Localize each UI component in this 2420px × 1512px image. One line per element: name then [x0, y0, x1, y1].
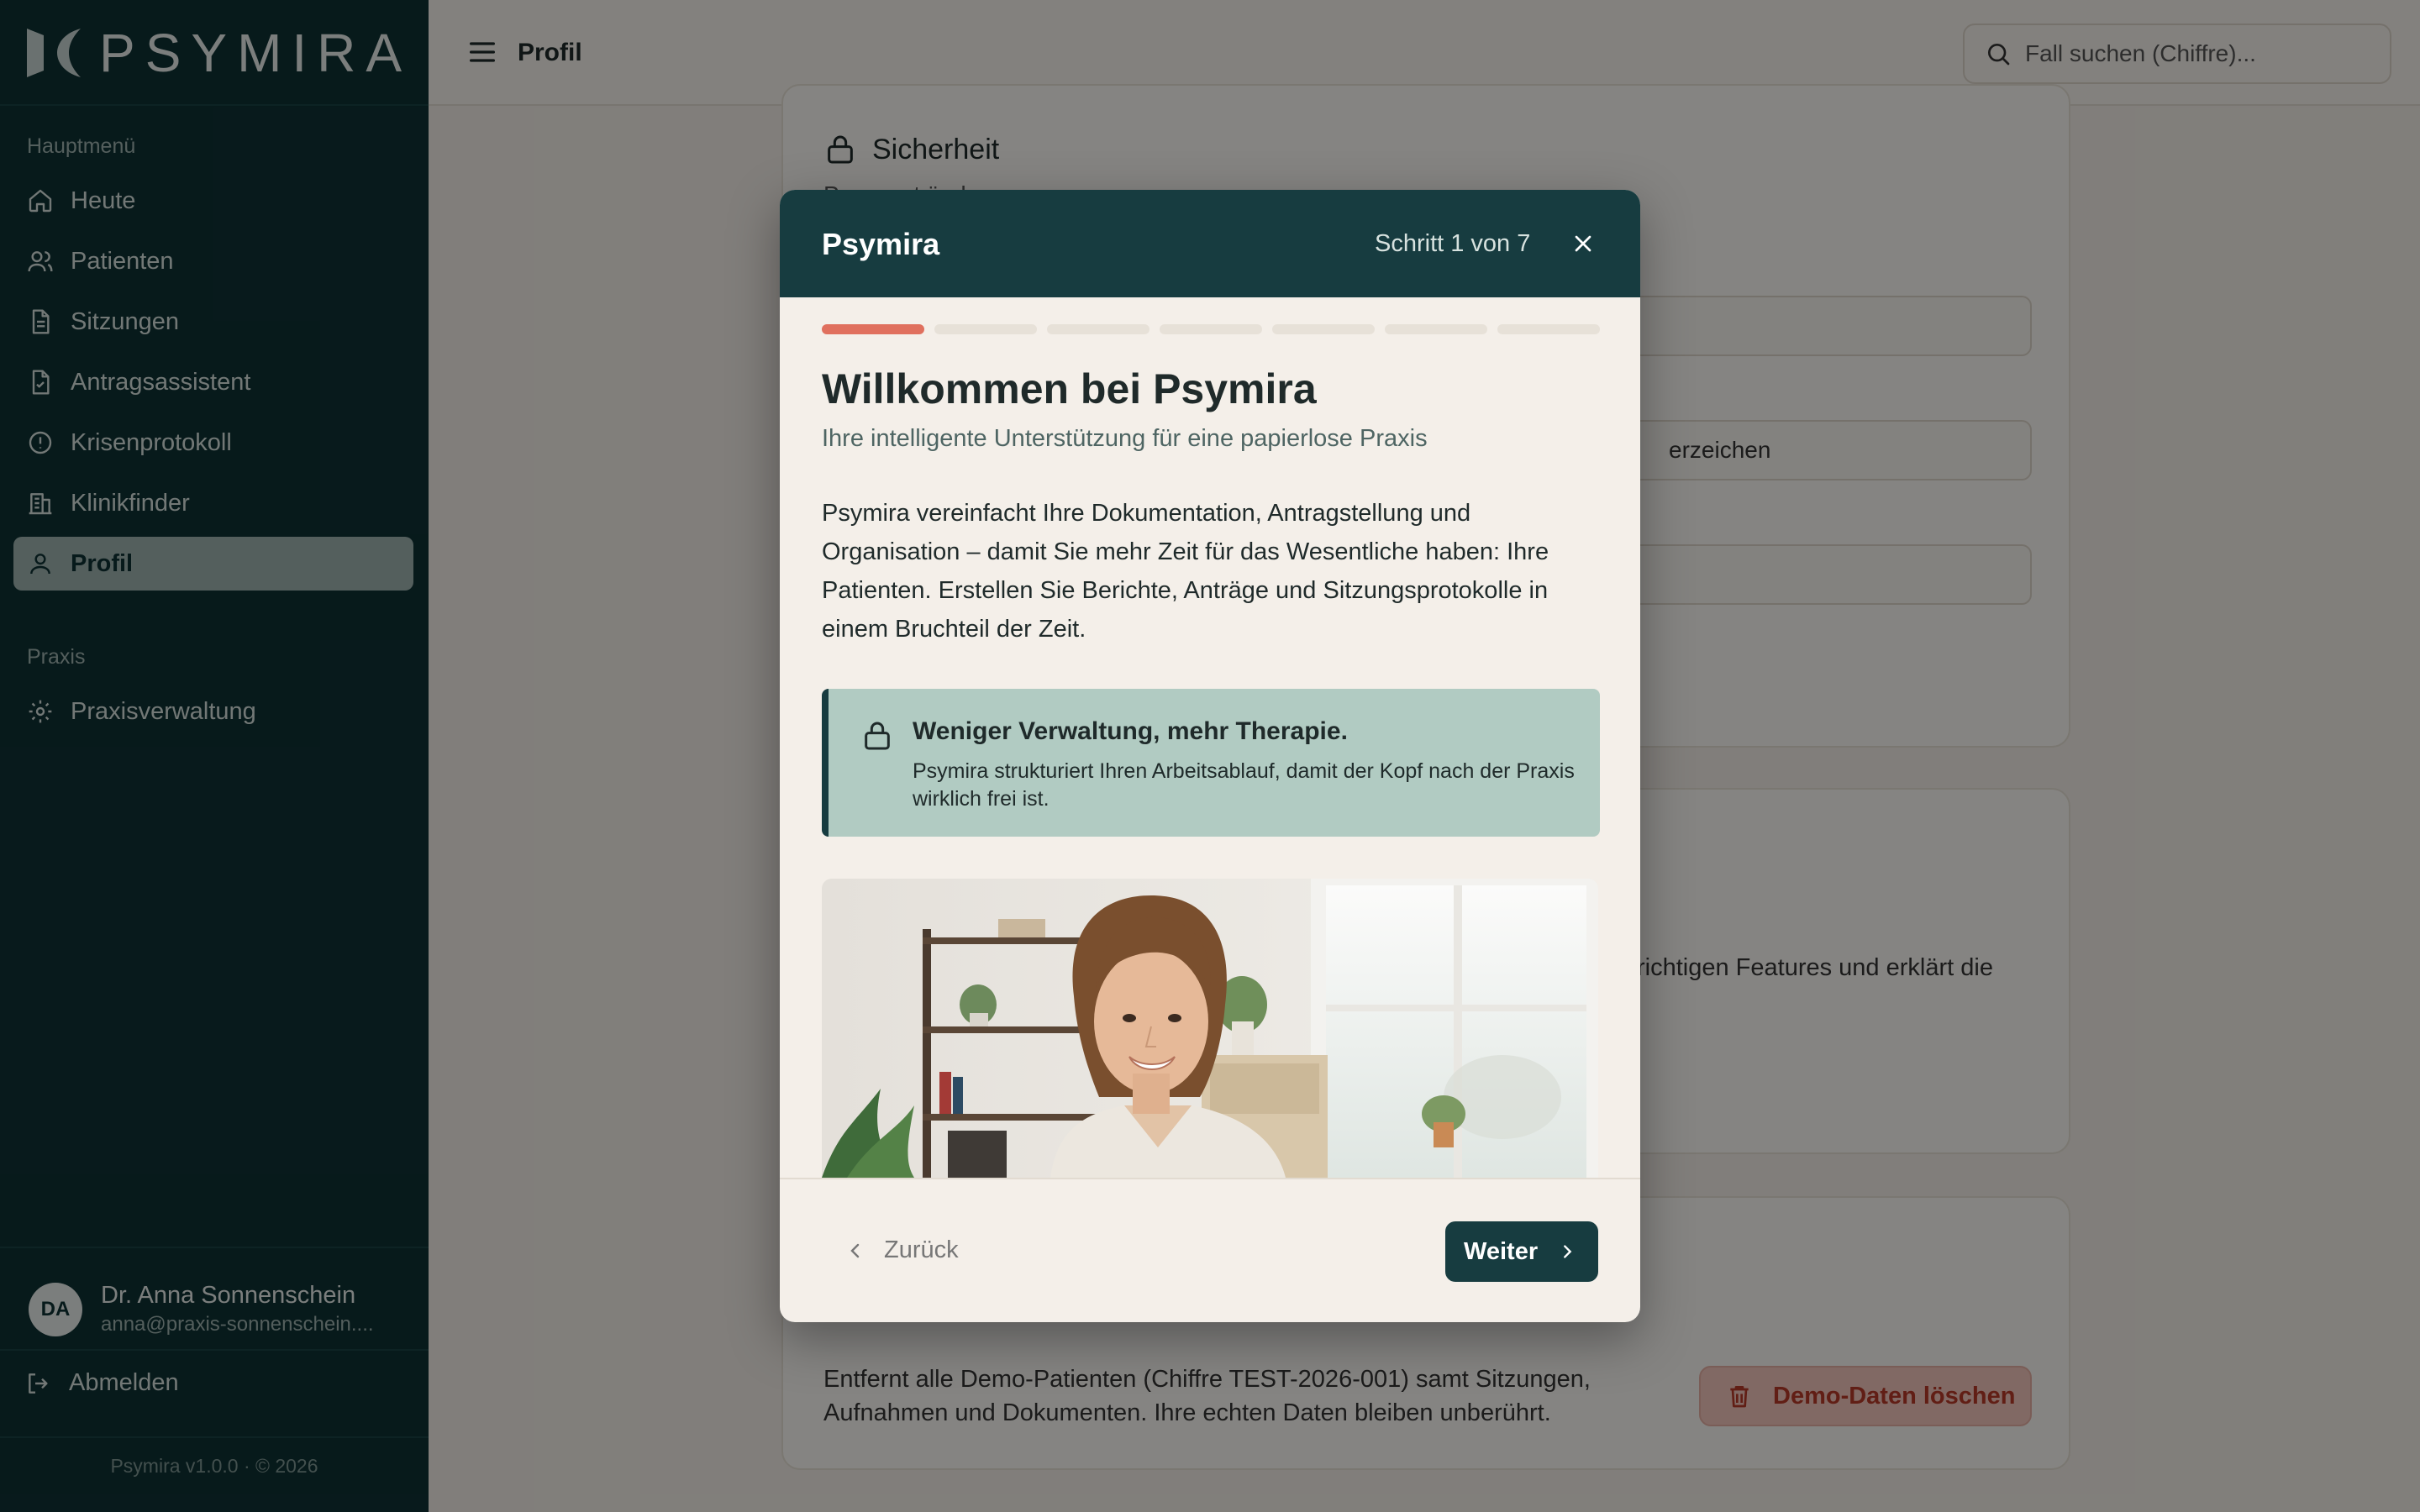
modal-footer-divider [780, 1178, 1640, 1179]
progress-segment [1385, 324, 1487, 334]
callout-title: Weniger Verwaltung, mehr Therapie. [913, 717, 1348, 745]
close-icon[interactable] [1570, 230, 1597, 257]
therapist-photo-illustration [822, 879, 1598, 1178]
next-button[interactable]: Weiter [1445, 1221, 1598, 1282]
modal-body-text: Psymira vereinfacht Ihre Dokumentation, … [822, 500, 1549, 643]
info-callout: Weniger Verwaltung, mehr Therapie. Psymi… [822, 689, 1600, 837]
next-label: Weiter [1464, 1237, 1539, 1265]
chevron-right-icon [1564, 1245, 1572, 1258]
back-label: Zurück [884, 1236, 959, 1263]
progress-segment [1047, 324, 1150, 334]
progress-segment [822, 324, 924, 334]
progress-segment [1272, 324, 1375, 334]
back-button[interactable]: Zurück [845, 1236, 959, 1264]
lock-icon [865, 722, 890, 750]
callout-text: Psymira strukturiert Ihren Arbeitsablauf… [913, 759, 1575, 811]
therapist-photo [822, 879, 1598, 1178]
progress-segment [1160, 324, 1262, 334]
chevron-left-icon [850, 1243, 860, 1257]
step-progress [822, 324, 1600, 334]
onboarding-modal: Psymira Schritt 1 von 7 Willkommen bei P… [780, 190, 1640, 1322]
step-indicator: Schritt 1 von 7 [1375, 230, 1531, 257]
modal-subheading: Ihre intelligente Unterstützung für eine… [822, 425, 1428, 452]
modal-header: Psymira Schritt 1 von 7 [780, 190, 1640, 297]
modal-title: Psymira [822, 227, 940, 261]
progress-segment [1497, 324, 1600, 334]
progress-segment [934, 324, 1037, 334]
modal-heading: Willkommen bei Psymira [822, 365, 1317, 412]
